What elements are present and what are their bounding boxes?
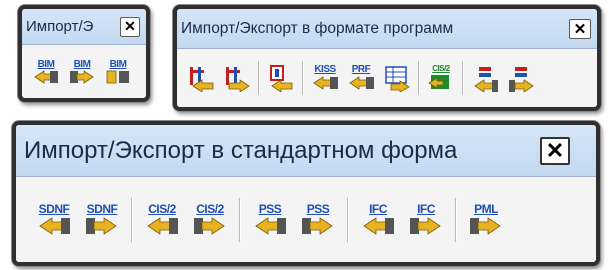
- close-button[interactable]: ✕: [569, 18, 591, 39]
- toolbar-title: Импорт/Экспорт в стандартном форма: [24, 136, 458, 164]
- tekla-import-icon: [474, 67, 498, 92]
- bim-update-icon: [106, 70, 129, 83]
- button-label: PRF: [351, 64, 371, 75]
- sdnf-export-icon: [86, 216, 117, 235]
- button-label: BIM: [37, 58, 55, 70]
- tekla-import-button[interactable]: [467, 64, 503, 92]
- toolbar-title: Импорт/Экспорт в формате программ: [181, 19, 454, 37]
- toolbar-titlebar[interactable]: Импорт/Э ✕: [22, 9, 146, 45]
- button-label: BIM: [109, 58, 127, 70]
- button-label: PSS: [306, 201, 330, 216]
- export-model-icon: [226, 67, 250, 92]
- pss-export-icon: [302, 216, 333, 235]
- import-model-button[interactable]: [183, 64, 219, 92]
- cis2-export-icon: [194, 216, 225, 235]
- export-model-button[interactable]: [219, 64, 255, 92]
- pss-import-button[interactable]: PSS: [246, 203, 294, 237]
- toolbar-bim: Импорт/Э ✕ BIM BIM BIM: [18, 5, 150, 102]
- button-label: IFC: [417, 201, 435, 216]
- pss-export-button[interactable]: PSS: [294, 203, 342, 237]
- separator: [418, 61, 420, 95]
- button-label: IFC: [369, 201, 387, 216]
- bim-update-button[interactable]: BIM: [100, 58, 136, 84]
- sdnf-export-button[interactable]: SDNF: [78, 203, 126, 237]
- separator: [239, 197, 241, 242]
- pss-import-icon: [255, 216, 286, 235]
- bim-import-button[interactable]: BIM: [28, 58, 64, 84]
- tekla-export-button[interactable]: [503, 64, 539, 92]
- separator: [131, 197, 133, 242]
- ifc-import-icon: [363, 216, 394, 235]
- cis2-green-icon: [428, 75, 449, 89]
- table-export-icon: [385, 66, 410, 92]
- kiss-import-button[interactable]: KISS: [307, 65, 343, 91]
- bim-import-icon: [34, 69, 58, 84]
- sdnf-import-icon: [39, 216, 70, 235]
- close-button[interactable]: ✕: [120, 16, 140, 37]
- cis2-export-button[interactable]: CIS/2: [186, 203, 234, 237]
- ifc-import-button[interactable]: IFC: [354, 203, 402, 237]
- toolbar-titlebar[interactable]: Импорт/Экспорт в стандартном форма ✕: [16, 125, 596, 177]
- button-label: CIS/2: [432, 64, 450, 73]
- button-label: SDNF: [86, 201, 118, 216]
- tekla-export-icon: [509, 67, 534, 92]
- separator: [258, 61, 260, 95]
- import-model-icon: [190, 67, 214, 92]
- button-label: BIM: [73, 58, 91, 70]
- toolbar-titlebar[interactable]: Импорт/Экспорт в формате программ ✕: [177, 9, 597, 49]
- cis2-import-button[interactable]: CIS/2: [138, 203, 186, 237]
- import-schema-icon: [270, 65, 293, 92]
- bim-export-button[interactable]: BIM: [64, 58, 100, 84]
- kiss-import-icon: [313, 76, 338, 90]
- toolbar-program-formats: Импорт/Экспорт в формате программ ✕ KISS: [173, 5, 601, 111]
- button-label: SDNF: [38, 201, 70, 216]
- table-export-button[interactable]: [379, 64, 415, 92]
- separator: [347, 197, 349, 242]
- close-button[interactable]: ✕: [540, 136, 570, 165]
- button-label: CIS/2: [148, 201, 176, 216]
- separator: [302, 61, 304, 95]
- pml-export-button[interactable]: PML: [462, 203, 510, 237]
- ifc-export-icon: [410, 216, 441, 235]
- toolbar-buttons: BIM BIM BIM: [22, 45, 146, 98]
- cis2-import-icon: [147, 216, 178, 235]
- toolbar-buttons: KISS PRF CIS/2: [177, 49, 597, 107]
- toolbar-title: Импорт/Э: [26, 18, 94, 35]
- button-label: CIS/2: [196, 201, 224, 216]
- bim-export-icon: [70, 69, 94, 84]
- sdnf-import-button[interactable]: SDNF: [30, 203, 78, 237]
- separator: [455, 197, 457, 242]
- button-label: PML: [474, 201, 498, 216]
- button-label: KISS: [314, 64, 336, 75]
- cis2-green-button[interactable]: CIS/2: [423, 65, 459, 91]
- prf-import-icon: [349, 76, 374, 90]
- separator: [462, 61, 464, 95]
- toolbar-buttons: SDNF SDNF CIS/2 CIS/2 PSS PSS IFC IFC PM…: [16, 177, 596, 262]
- toolbar-standard-formats: Импорт/Экспорт в стандартном форма ✕ SDN…: [12, 121, 600, 266]
- prf-import-button[interactable]: PRF: [343, 65, 379, 91]
- import-schema-button[interactable]: [263, 64, 299, 92]
- button-label: PSS: [258, 201, 282, 216]
- ifc-export-button[interactable]: IFC: [402, 203, 450, 237]
- pml-export-icon: [470, 216, 501, 235]
